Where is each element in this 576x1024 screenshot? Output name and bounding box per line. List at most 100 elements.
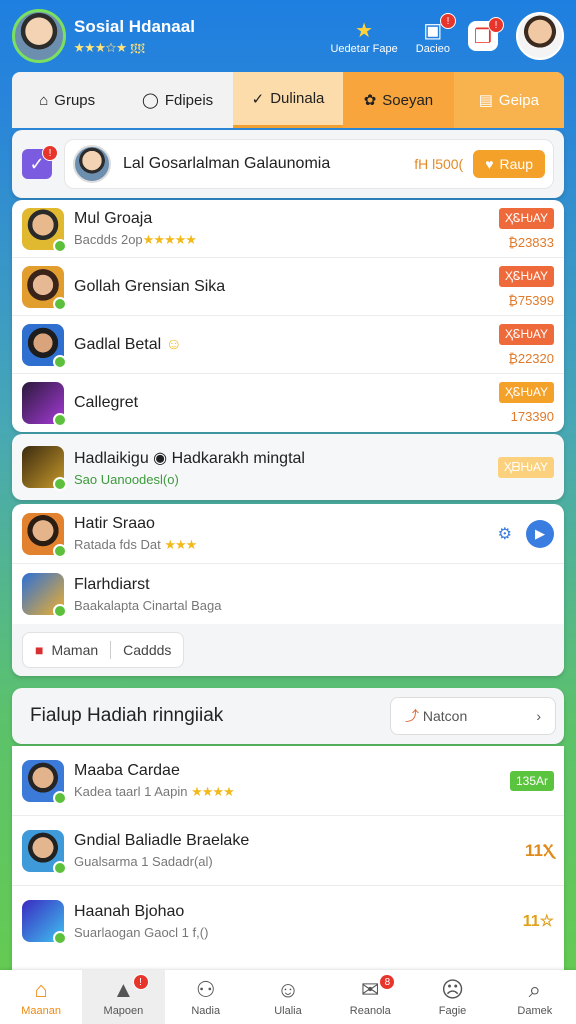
share-icon: ⤴ [405, 708, 419, 724]
section-button-content: ⤴ Natcon [405, 706, 467, 726]
nav-label: Mapoen [103, 1005, 144, 1017]
list-item[interactable]: Flarhdiarst Baakalapta Cinartal Baga [12, 564, 564, 624]
item-title: Gollah Grensian Sika [74, 277, 226, 295]
item-sub-text: Ratada fds Dat [74, 536, 161, 552]
trophy-button[interactable]: ★ Uedetar Fape [330, 17, 397, 56]
nav-store[interactable]: ▲! Mapoen [82, 970, 165, 1024]
online-dot [53, 238, 67, 253]
gift-notification-badge: ! [488, 17, 504, 33]
nav-mail[interactable]: ✉ 8 Reanola [329, 970, 411, 1024]
star-rating: ★★★ [164, 536, 197, 552]
item-title: Gndial Baliadle Braelake [74, 832, 250, 849]
section-button-label: Natcon [422, 708, 468, 724]
item-meta: ҲᏋǶAY ₿23833 [498, 207, 554, 250]
profile-avatar[interactable] [516, 12, 564, 60]
online-dot [53, 543, 67, 558]
item-title: Callegret [74, 394, 139, 411]
nav-home[interactable]: ⌂ Maanan [0, 970, 82, 1024]
settings-icon[interactable]: ⚙ [498, 524, 512, 544]
item-price: 173390 [510, 409, 554, 424]
tab-groups[interactable]: ⌂ Grups [12, 72, 122, 128]
list-item[interactable]: Gndial Baliadle Braelake Gualsarma 1 Sad… [12, 816, 564, 886]
list-item[interactable]: Maaba Cardae Kadea taarl 1 Aapin ★★★★ 13… [12, 746, 564, 816]
online-dot [53, 354, 67, 369]
item-subtitle: Baakalapta Cinartal Baga [74, 597, 222, 613]
nav-profile[interactable]: ⚇ Nadia [165, 970, 247, 1024]
list-item[interactable]: Haanah Bjohao Suarlaogan Gaocl 1 f,() 11… [12, 886, 564, 956]
list-item[interactable]: Hatir Sraao Ratada fds Dat ★★★ ⚙ ▶ [12, 504, 564, 564]
item-subtitle: Sao Uanoodesl(o) [74, 471, 179, 487]
item-badge: ҲᏋǶAY [498, 265, 554, 287]
item-badge: ҲᗷǶAY [497, 456, 554, 478]
featured-item[interactable]: Lal Gosarlalman Galaunomia fH Ɩ500( ♥ Rau… [64, 139, 554, 189]
nav-face[interactable]: ☹ Fagie [411, 970, 493, 1024]
nav-label: Reanola [349, 1005, 391, 1017]
chip-label-right: Caddds [123, 642, 172, 658]
list-item-text: Gollah Grensian Sika [74, 278, 499, 296]
divider [110, 641, 112, 659]
online-dot [53, 477, 67, 491]
list-item-text: Haanah Bjohao Suarlaogan Gaocl 1 f,() [74, 903, 523, 940]
avatar [22, 265, 67, 311]
item-subtitle: Kadea taarl 1 Aapin ★★★★ [74, 784, 510, 800]
gem-thumbnail [22, 900, 67, 945]
follow-button[interactable]: ♥ Raup [473, 150, 545, 178]
online-dot [53, 931, 67, 945]
online-dot [53, 604, 67, 618]
star-rating: ★★★★★ [142, 231, 197, 247]
nav-smile[interactable]: ☺ Ulalia [247, 970, 329, 1024]
chat-icon: ◯ [142, 92, 159, 109]
face-icon: ☹ [441, 977, 465, 1002]
tab-label: Geipa [498, 91, 539, 109]
item-sub-text: Kadea taarl 1 Aapin [74, 783, 188, 799]
bottom-navigation: ⌂ Maanan ▲! Mapoen ⚇ Nadia ☺ Ulalia ✉ 8 Reanol… [0, 970, 576, 1024]
list-item-text: Gadlal Betal ☺ [74, 336, 499, 354]
online-dot [53, 790, 67, 805]
list-item[interactable]: Hadlaikigu ◉ Hadkarakh mingtal Sao Uanoo… [12, 434, 564, 500]
inbox-button[interactable]: ▣ ! Dacieo [415, 13, 456, 55]
tab-label: Soeyan [382, 91, 434, 109]
heart-icon: ♥ [485, 156, 494, 172]
item-meta: ҲᏋǶAY 173390 [498, 382, 554, 424]
tab-chat[interactable]: ◯ Fdipeis [122, 72, 232, 128]
rating-stars: ★★★☆★ ፬፬ [74, 39, 145, 55]
avatar [22, 207, 67, 253]
tab-active[interactable]: ✓ Dulinala [232, 72, 344, 128]
list-item[interactable]: Gadlal Betal ☺ ҲᏋǶAY ₿22320 [12, 316, 564, 374]
edit-icon: ✓ [251, 90, 265, 108]
checkbox[interactable]: ✓ ! [22, 145, 58, 179]
item-subtitle: Ratada fds Dat ★★★ [74, 537, 498, 553]
home-icon: ⌂ [34, 977, 48, 1002]
online-dot [53, 413, 67, 427]
item-title: Flarhdiarst [74, 575, 150, 593]
gift-button[interactable]: ❐ ! [468, 17, 504, 51]
user-avatar[interactable] [12, 9, 66, 63]
tab-folder[interactable]: ▤ Geipa [453, 72, 564, 128]
featured-name: Lal Gosarlalman Galaunomia [123, 155, 331, 172]
nav-label: Maanan [21, 1005, 62, 1017]
item-sub-text: Bacdds 2op [74, 231, 143, 247]
inbox-label: Dacieo [415, 43, 450, 55]
nav-badge: 8 [379, 974, 396, 990]
play-icon[interactable]: ▶ [526, 519, 554, 548]
featured-avatar [73, 145, 111, 183]
highlight-row[interactable]: Hadlaikigu ◉ Hadkarakh mingtal Sao Uanoo… [12, 434, 564, 500]
section-action-button[interactable]: ⤴ Natcon › [390, 697, 556, 735]
trophy-star-icon: ★ [355, 19, 374, 42]
nav-label: Nadia [191, 1005, 221, 1017]
item-badge: 135Ar [509, 770, 554, 791]
item-value: 11Ⲭ [524, 840, 554, 860]
list-item[interactable]: Mul Groaja Bacdds 2op★★★★★ ҲᏋǶAY ₿23833 [12, 200, 564, 258]
category-tabs: ⌂ Grups ◯ Fdipeis ✓ Dulinala ✿ Soeyan ▤ Geipa [12, 72, 564, 128]
list-item[interactable]: Callegret ҲᏋǶAY 173390 [12, 374, 564, 432]
chip-label-left: Maman [51, 642, 99, 658]
item-title: Hadlaikigu ◉ Hadkarakh mingtal [74, 449, 305, 467]
filter-chip[interactable]: ■ Maman Caddds [22, 632, 185, 668]
list-item-text: Hadlaikigu ◉ Hadkarakh mingtal Sao Uanoo… [74, 448, 498, 487]
follow-button-label: Raup [499, 156, 533, 172]
tab-trophy[interactable]: ✿ Soeyan [343, 72, 454, 128]
emoji-icon: ☺ [165, 335, 182, 353]
list-item[interactable]: Gollah Grensian Sika ҲᏋǶAY ₿75399 [12, 258, 564, 316]
featured-count: fH Ɩ500( [414, 156, 464, 172]
nav-search[interactable]: ⌕ Damek [494, 970, 576, 1024]
